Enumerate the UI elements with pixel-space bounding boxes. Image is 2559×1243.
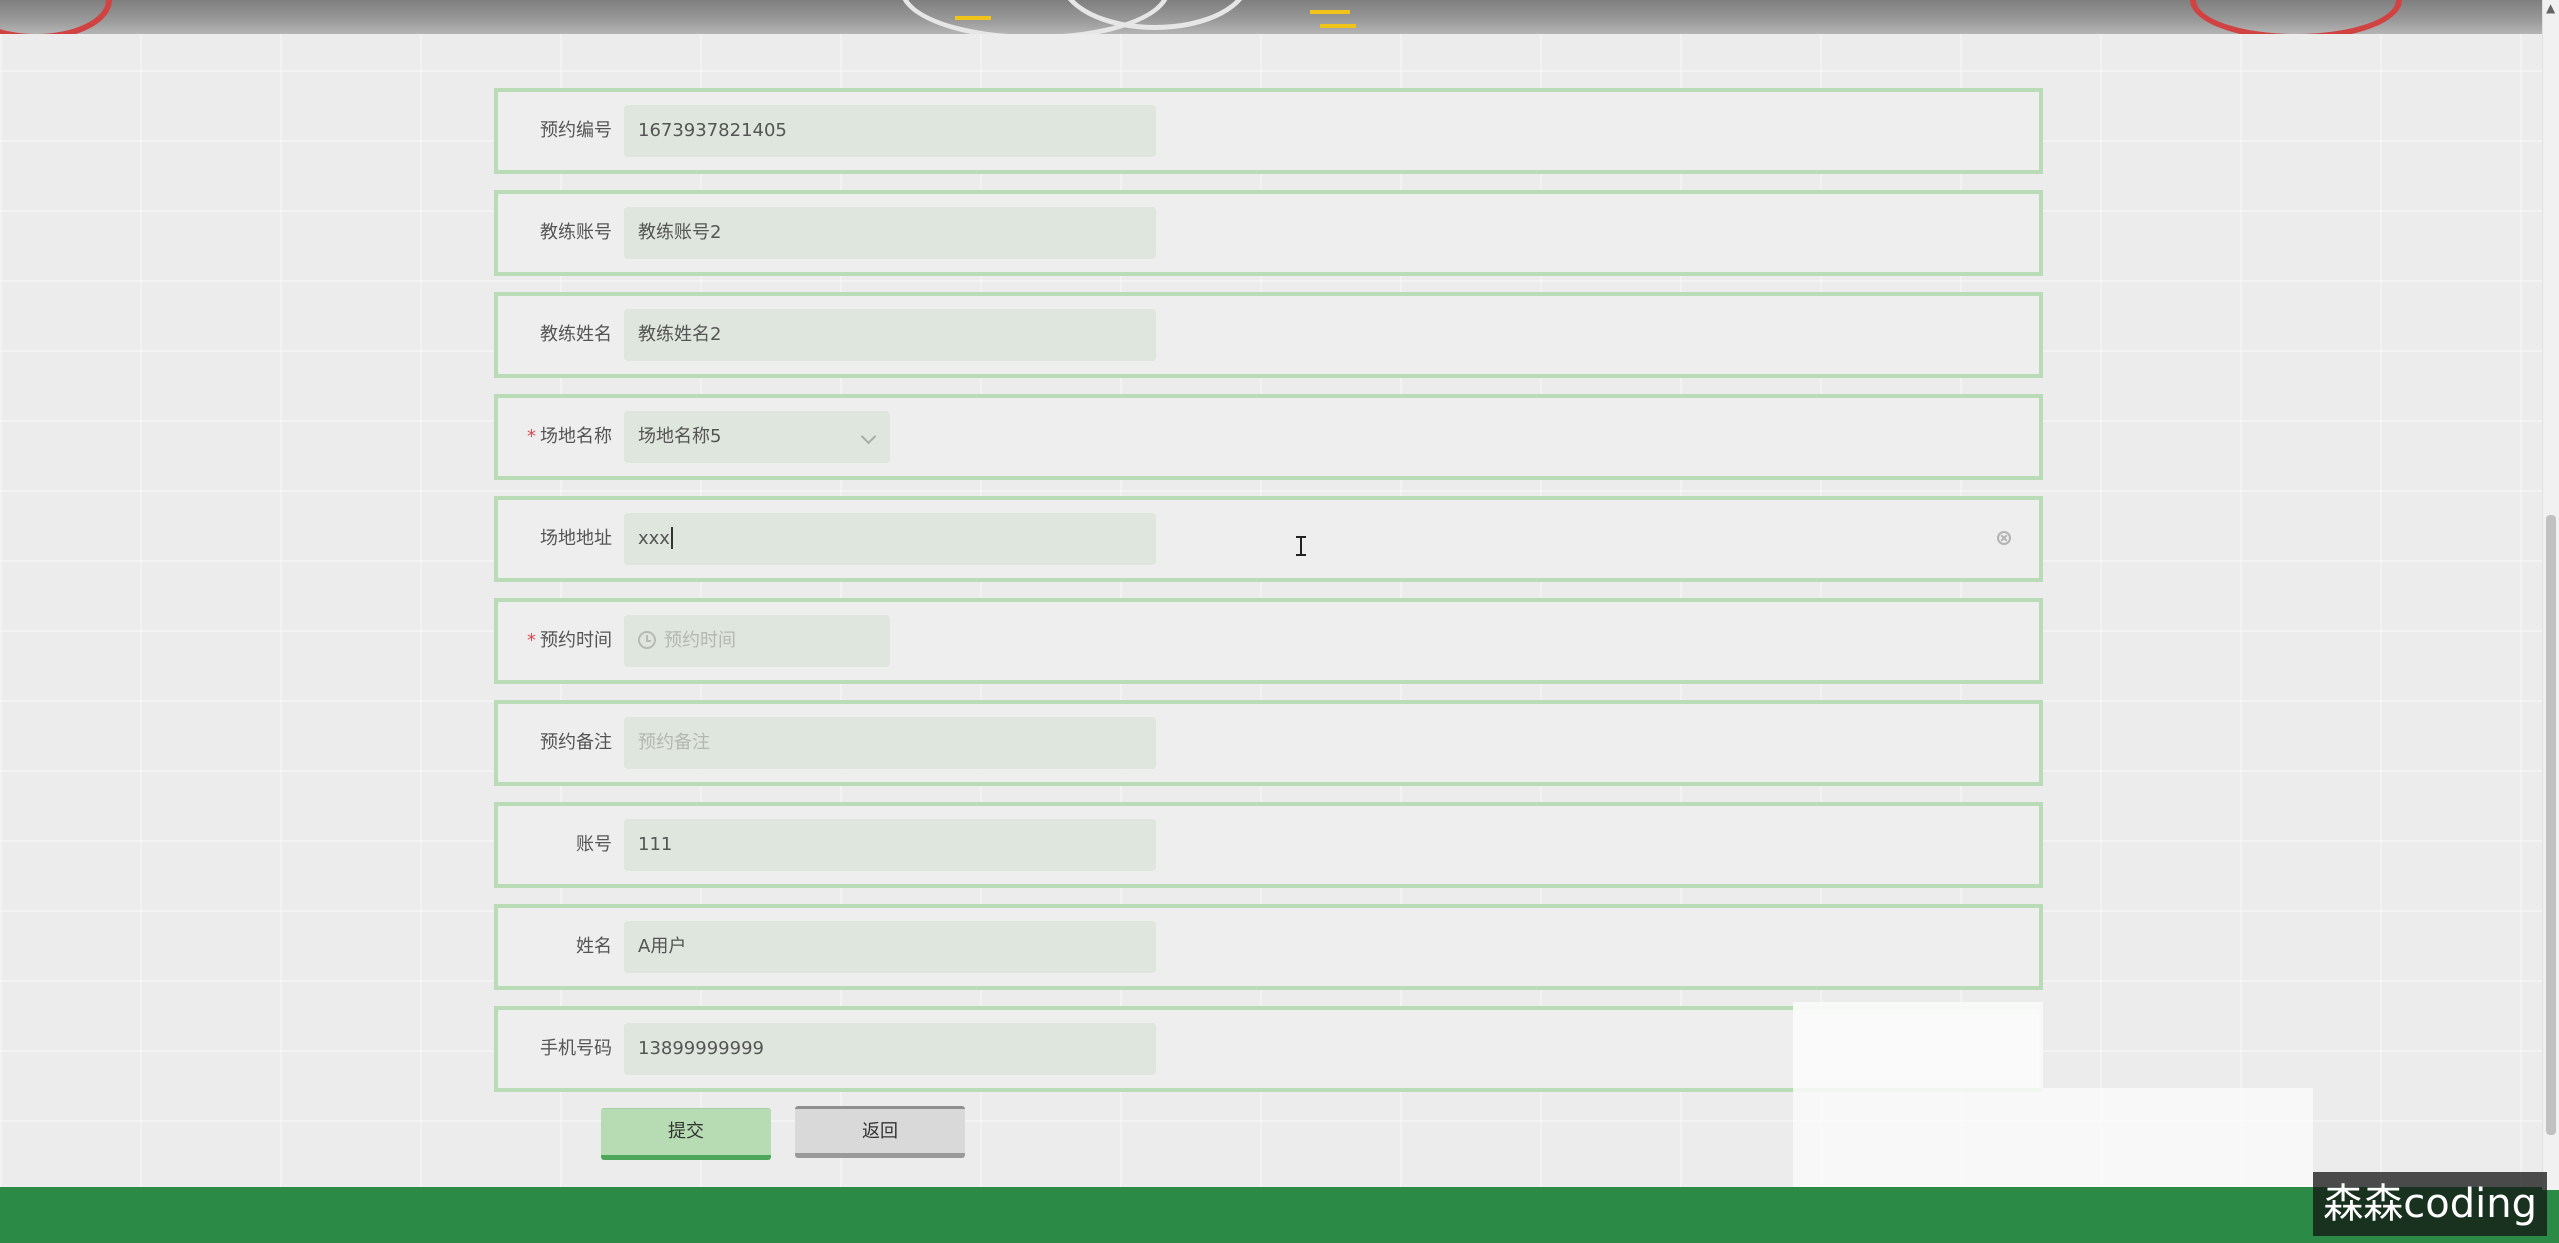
venue-address-value: xxx bbox=[638, 528, 670, 549]
form-row-booking-number: 预约编号 1673937821405 bbox=[494, 88, 2043, 174]
account-input[interactable]: 111 bbox=[624, 819, 1156, 871]
form-row-booking-remark: 预约备注 预约备注 bbox=[494, 700, 2043, 786]
field-label: 账号 bbox=[576, 834, 612, 855]
required-marker: * bbox=[527, 426, 536, 447]
booking-time-placeholder: 预约时间 bbox=[664, 630, 736, 651]
field-label: 教练账号 bbox=[540, 222, 612, 243]
phone-input[interactable]: 13899999999 bbox=[624, 1023, 1156, 1075]
venue-name-select[interactable]: 场地名称5 bbox=[624, 411, 890, 463]
field-label: * 预约时间 bbox=[498, 602, 612, 680]
overlay-patch bbox=[1793, 1088, 2313, 1193]
clear-icon[interactable] bbox=[1997, 531, 2011, 545]
field-label: 预约备注 bbox=[540, 732, 612, 753]
name-input[interactable]: A用户 bbox=[624, 921, 1156, 973]
form-row-coach-name: 教练姓名 教练姓名2 bbox=[494, 292, 2043, 378]
form-row-venue-name: * 场地名称 场地名称5 bbox=[494, 394, 2043, 480]
booking-time-picker[interactable]: 预约时间 bbox=[624, 615, 890, 667]
field-label: 姓名 bbox=[576, 936, 612, 957]
back-button[interactable]: 返回 bbox=[795, 1106, 965, 1158]
scroll-up-arrow-icon[interactable]: ▲ bbox=[2546, 2, 2555, 14]
required-marker: * bbox=[527, 630, 536, 651]
form-row-coach-account: 教练账号 教练账号2 bbox=[494, 190, 2043, 276]
booking-remark-input[interactable]: 预约备注 bbox=[624, 717, 1156, 769]
top-banner-image bbox=[0, 0, 2559, 34]
coach-account-input[interactable]: 教练账号2 bbox=[624, 207, 1156, 259]
form-row-venue-address: 场地地址 xxx bbox=[494, 496, 2043, 582]
form-actions: 提交 返回 bbox=[601, 1106, 989, 1160]
scrollbar-thumb[interactable] bbox=[2546, 515, 2556, 1135]
clock-icon bbox=[638, 630, 656, 649]
field-label: 手机号码 bbox=[540, 1038, 612, 1059]
form-row-name: 姓名 A用户 bbox=[494, 904, 2043, 990]
chevron-down-icon bbox=[860, 428, 877, 445]
overlay-patch bbox=[1793, 1002, 2043, 1088]
venue-address-input[interactable]: xxx bbox=[624, 513, 1156, 565]
page-footer bbox=[0, 1187, 2559, 1243]
submit-button[interactable]: 提交 bbox=[601, 1108, 771, 1160]
field-label-text: 预约时间 bbox=[540, 630, 612, 651]
form-row-account: 账号 111 bbox=[494, 802, 2043, 888]
field-label: 预约编号 bbox=[540, 120, 612, 141]
watermark: 森森coding bbox=[2313, 1172, 2547, 1236]
field-label: 场地地址 bbox=[540, 528, 612, 549]
text-cursor-icon bbox=[1296, 536, 1306, 556]
vertical-scrollbar[interactable]: ▲ bbox=[2542, 0, 2559, 1190]
venue-name-selected: 场地名称5 bbox=[638, 426, 722, 447]
field-label: 教练姓名 bbox=[540, 324, 612, 345]
appointment-form: 预约编号 1673937821405 教练账号 教练账号2 教练姓名 教练姓名2… bbox=[494, 88, 2043, 1108]
text-caret bbox=[670, 526, 673, 549]
field-label: * 场地名称 bbox=[498, 398, 612, 476]
form-row-booking-time: * 预约时间 预约时间 bbox=[494, 598, 2043, 684]
field-label-text: 场地名称 bbox=[540, 426, 612, 447]
booking-number-input[interactable]: 1673937821405 bbox=[624, 105, 1156, 157]
coach-name-input[interactable]: 教练姓名2 bbox=[624, 309, 1156, 361]
